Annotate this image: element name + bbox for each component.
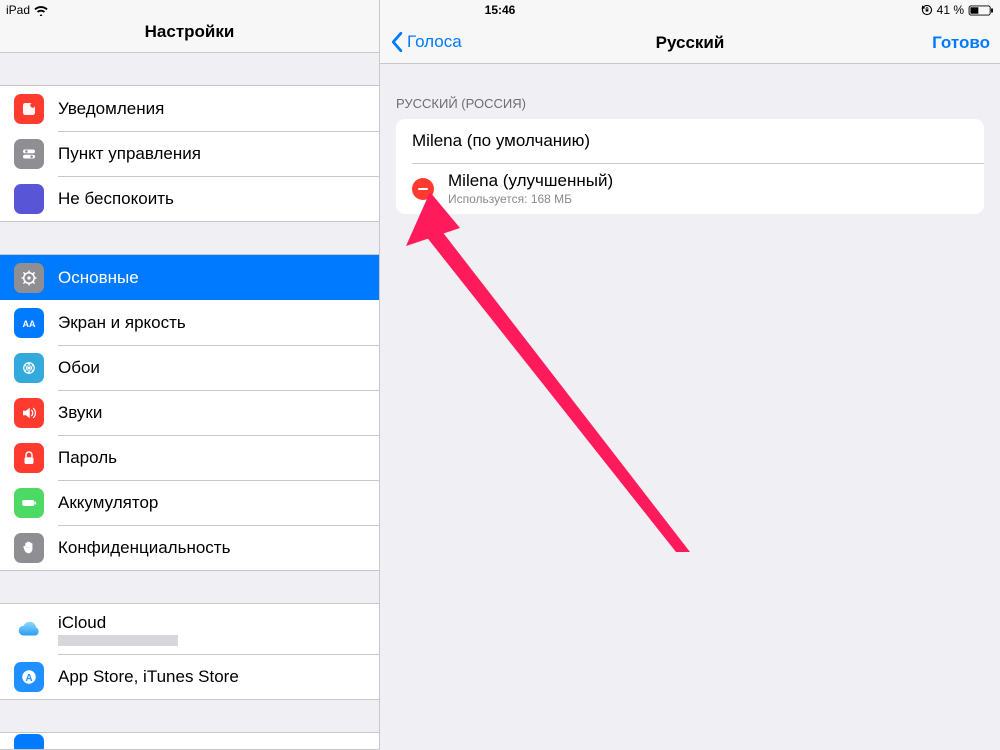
back-button[interactable]: Голоса xyxy=(390,31,462,53)
battery-text: 41 % xyxy=(937,3,964,17)
sidebar-item-battery[interactable]: Аккумулятор xyxy=(0,480,379,525)
icloud-account-redacted xyxy=(58,635,178,646)
section-header: РУССКИЙ (РОССИЯ) xyxy=(380,64,1000,119)
sidebar-item-label: Звуки xyxy=(58,403,365,423)
svg-text:A: A xyxy=(25,672,32,683)
notifications-icon xyxy=(14,94,44,124)
sidebar-item-label: Не беспокоить xyxy=(58,189,365,209)
main-panel: Голоса Русский Готово РУССКИЙ (РОССИЯ) M… xyxy=(380,0,1000,750)
sidebar-item-passcode[interactable]: Пароль xyxy=(0,435,379,480)
appstore-icon: A xyxy=(14,662,44,692)
sidebar-item-label: Обои xyxy=(58,358,365,378)
voice-item-default[interactable]: Milena (по умолчанию) xyxy=(396,119,984,163)
svg-text:AA: AA xyxy=(23,318,36,328)
sidebar-group-4 xyxy=(0,732,379,750)
voices-list: Milena (по умолчанию) Milena (улучшенный… xyxy=(396,119,984,214)
settings-sidebar: Настройки Уведомления Пункт управления Н… xyxy=(0,0,380,750)
voice-item-enhanced[interactable]: Milena (улучшенный) Используется: 168 МБ xyxy=(396,163,984,214)
sidebar-item-appstore[interactable]: A App Store, iTunes Store xyxy=(0,654,379,699)
sidebar-item-display[interactable]: AA Экран и яркость xyxy=(0,300,379,345)
sidebar-item-partial[interactable] xyxy=(0,733,379,749)
sidebar-item-notifications[interactable]: Уведомления xyxy=(0,86,379,131)
device-name: iPad xyxy=(6,3,30,17)
sidebar-item-sounds[interactable]: Звуки xyxy=(0,390,379,435)
sidebar-group-1: Уведомления Пункт управления Не беспокои… xyxy=(0,85,379,222)
battery-icon xyxy=(14,488,44,518)
sidebar-title: Настройки xyxy=(145,22,235,42)
status-bar: iPad 15:46 41 % xyxy=(0,0,1000,20)
done-button[interactable]: Готово xyxy=(932,33,990,53)
voice-title: Milena (по умолчанию) xyxy=(412,131,590,151)
page-title: Русский xyxy=(656,33,725,53)
sidebar-item-label: Аккумулятор xyxy=(58,493,365,513)
sidebar-group-3: iCloud A App Store, iTunes Store xyxy=(0,603,379,700)
sidebar-item-dnd[interactable]: Не беспокоить xyxy=(0,176,379,221)
sidebar-item-label: App Store, iTunes Store xyxy=(58,667,365,687)
orientation-lock-icon xyxy=(921,4,933,16)
sidebar-item-label: Уведомления xyxy=(58,99,365,119)
delete-icon[interactable] xyxy=(412,178,434,200)
sidebar-item-label: Пароль xyxy=(58,448,365,468)
chevron-left-icon xyxy=(390,31,403,53)
gear-icon xyxy=(14,263,44,293)
hand-icon xyxy=(14,533,44,563)
battery-icon xyxy=(968,5,994,16)
back-label: Голоса xyxy=(407,32,462,52)
clock: 15:46 xyxy=(485,3,516,17)
sidebar-item-label: Пункт управления xyxy=(58,144,365,164)
moon-icon xyxy=(14,184,44,214)
sidebar-item-wallpaper[interactable]: Обои xyxy=(0,345,379,390)
speaker-icon xyxy=(14,398,44,428)
sidebar-item-label: Основные xyxy=(58,268,365,288)
sidebar-item-privacy[interactable]: Конфиденциальность xyxy=(0,525,379,570)
wallpaper-icon xyxy=(14,353,44,383)
wifi-icon xyxy=(34,5,48,16)
sidebar-item-general[interactable]: Основные xyxy=(0,255,379,300)
sidebar-item-label: Экран и яркость xyxy=(58,313,365,333)
cloud-icon xyxy=(14,614,44,644)
sidebar-group-2: Основные AA Экран и яркость Обои Звуки П… xyxy=(0,254,379,571)
sidebar-item-label: iCloud xyxy=(58,613,178,633)
partial-icon xyxy=(14,734,44,749)
display-icon: AA xyxy=(14,308,44,338)
sidebar-item-control-center[interactable]: Пункт управления xyxy=(0,131,379,176)
voice-subtitle: Используется: 168 МБ xyxy=(448,192,613,206)
sidebar-item-icloud[interactable]: iCloud xyxy=(0,604,379,654)
sidebar-item-label: Конфиденциальность xyxy=(58,538,365,558)
control-center-icon xyxy=(14,139,44,169)
voice-title: Milena (улучшенный) xyxy=(448,171,613,191)
lock-icon xyxy=(14,443,44,473)
